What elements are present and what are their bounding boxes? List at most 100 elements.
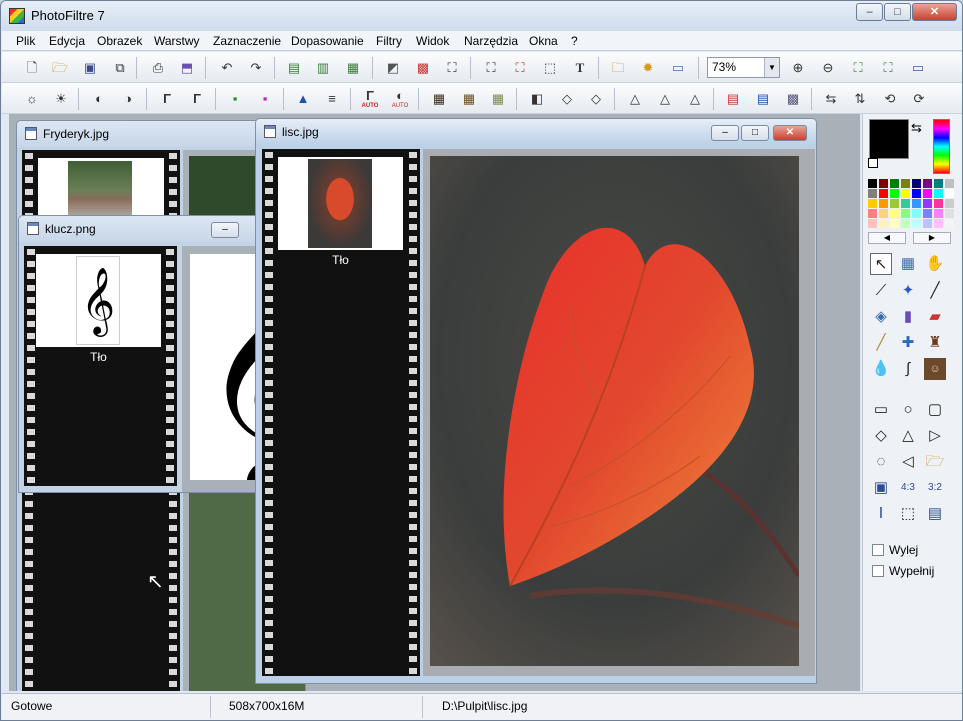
layer-thumbnail[interactable]: 𝄞 (36, 254, 161, 347)
color-balance-icon[interactable]: ▤ (723, 89, 743, 109)
print-icon[interactable]: ⎙ (148, 58, 168, 78)
brightness-down-icon[interactable]: ☼ (22, 89, 42, 109)
palette-swatch[interactable] (868, 189, 877, 198)
palette-swatch[interactable] (901, 219, 910, 228)
minimize-button[interactable]: – (211, 222, 239, 238)
saturation-up-icon[interactable]: ▪ (255, 89, 275, 109)
brush-icon[interactable]: ╱ (870, 332, 892, 354)
palette-swatch[interactable] (934, 199, 943, 208)
palette-swatch[interactable] (923, 189, 932, 198)
window-lisc[interactable]: lisc.jpg – □ ✕ Tło (255, 118, 817, 684)
fit-image-icon[interactable]: ⛶ (878, 58, 898, 78)
hue-slider[interactable] (933, 119, 950, 174)
palette-swatch[interactable] (912, 219, 921, 228)
ratio-43-icon[interactable]: 4:3 (897, 477, 919, 499)
auto-contrast-icon[interactable]: ◐ AUTO (390, 89, 410, 110)
menu-okna[interactable]: Okna (529, 34, 558, 48)
close-button[interactable]: ✕ (912, 3, 957, 21)
palette-swatch[interactable] (923, 199, 932, 208)
undo-icon[interactable]: ↶ (217, 58, 237, 78)
palette-swatch[interactable] (879, 219, 888, 228)
triangle-shape-icon[interactable]: △ (897, 425, 919, 447)
emboss-icon[interactable]: ▦ (459, 89, 479, 109)
palette-swatch[interactable] (879, 179, 888, 188)
blur-drop-icon[interactable]: 💧 (870, 358, 892, 380)
stamp-icon[interactable]: ♜ (924, 332, 946, 354)
hand-tool-icon[interactable]: ✋ (924, 253, 946, 275)
copy-layer-icon[interactable]: ▦ (343, 58, 363, 78)
window-lisc-titlebar[interactable]: lisc.jpg – □ ✕ (256, 119, 816, 145)
rectangle-shape-icon[interactable]: ▭ (870, 399, 892, 421)
ratio-32-icon[interactable]: 3:2 (924, 477, 946, 499)
palette-swatch[interactable] (945, 209, 954, 218)
palette-icon[interactable]: ▩ (413, 58, 433, 78)
line-tool-icon[interactable]: ╱ (924, 280, 946, 302)
menu-help[interactable]: ? (571, 34, 578, 48)
text-select-icon[interactable]: Ⅰ (870, 503, 892, 525)
actual-size-icon[interactable]: ⛶ (848, 58, 868, 78)
text-icon[interactable]: T (570, 58, 590, 78)
zoom-out-icon[interactable]: ⊖ (818, 58, 838, 78)
palette-swatch[interactable] (912, 179, 921, 188)
palette-swatch[interactable] (901, 189, 910, 198)
palette-swatch[interactable] (945, 179, 954, 188)
gamma-up-icon[interactable]: Γ (187, 89, 207, 109)
blur-more-icon[interactable]: ◇ (586, 89, 606, 109)
levels-icon[interactable]: ≡ (322, 89, 342, 109)
palette-swatch[interactable] (901, 209, 910, 218)
open-folder-icon[interactable]: 🗁 (50, 58, 70, 78)
crop-icon[interactable]: ⬚ (540, 58, 560, 78)
palette-swatch[interactable] (912, 199, 921, 208)
palette-swatch[interactable] (879, 209, 888, 218)
palette-swatch[interactable] (868, 179, 877, 188)
primary-color[interactable] (869, 119, 909, 159)
gradient-icon[interactable]: ▤ (753, 89, 773, 109)
diamond-shape-icon[interactable]: ◇ (870, 425, 892, 447)
open-shape-icon[interactable]: 🗁 (924, 451, 946, 473)
palette-swatch[interactable] (945, 189, 954, 198)
lasso-icon[interactable]: ◌ (870, 451, 892, 473)
layer-thumbnail[interactable] (38, 158, 164, 216)
palette-swatch[interactable] (879, 189, 888, 198)
layer-thumbnail[interactable] (278, 157, 403, 250)
right-triangle-icon[interactable]: ▷ (924, 425, 946, 447)
eyedropper-icon[interactable]: ⟋ (870, 280, 892, 302)
drop-more-icon[interactable]: △ (685, 89, 705, 109)
minimize-button[interactable]: – (856, 3, 883, 21)
palette-swatch[interactable] (890, 219, 899, 228)
canvas-size-icon[interactable]: ⛶ (510, 58, 530, 78)
contrast-down-icon[interactable]: ◐ (89, 89, 109, 109)
palette-next-button[interactable]: ▶ (913, 232, 951, 244)
palette-swatch[interactable] (923, 179, 932, 188)
polygon-lasso-icon[interactable]: ◁ (897, 451, 919, 473)
image-canvas[interactable] (430, 156, 799, 666)
select-all-icon[interactable]: ▣ (870, 477, 892, 499)
palette-swatch[interactable] (934, 219, 943, 228)
menu-dopasowanie[interactable]: Dopasowanie (291, 34, 364, 48)
magic-wand-icon[interactable]: ✦ (897, 280, 919, 302)
blur-icon[interactable]: ◇ (557, 89, 577, 109)
crop-select-icon[interactable]: ⬚ (897, 503, 919, 525)
palette-swatch[interactable] (868, 209, 877, 218)
menu-plik[interactable]: Plik (16, 34, 35, 48)
image-size-icon[interactable]: ⛶ (481, 58, 501, 78)
ellipse-shape-icon[interactable]: ○ (897, 399, 919, 421)
zoom-combobox[interactable]: 73% ▼ (707, 57, 780, 78)
selection-tool-icon[interactable]: ↖ (870, 253, 892, 275)
menu-warstwy[interactable]: Warstwy (154, 34, 200, 48)
advanced-brush-icon[interactable]: ✚ (897, 332, 919, 354)
palette-swatch[interactable] (868, 219, 877, 228)
rotate-left-icon[interactable]: ⟲ (880, 89, 900, 109)
menu-widok[interactable]: Widok (416, 34, 449, 48)
window-select-icon[interactable]: ▤ (924, 503, 946, 525)
solid-fill-checkbox[interactable] (872, 565, 884, 577)
transparency-icon[interactable]: ⛶ (442, 58, 462, 78)
grayscale-icon[interactable]: ◩ (383, 58, 403, 78)
scan-icon[interactable]: ⬒ (177, 58, 197, 78)
color-palette[interactable] (868, 179, 956, 229)
eraser-icon[interactable]: ▰ (924, 306, 946, 328)
palette-swatch[interactable] (890, 199, 899, 208)
new-file-icon[interactable]: 🗋 (22, 58, 42, 78)
save-all-icon[interactable]: ⧉ (110, 58, 130, 78)
menu-obrazek[interactable]: Obrazek (97, 34, 142, 48)
